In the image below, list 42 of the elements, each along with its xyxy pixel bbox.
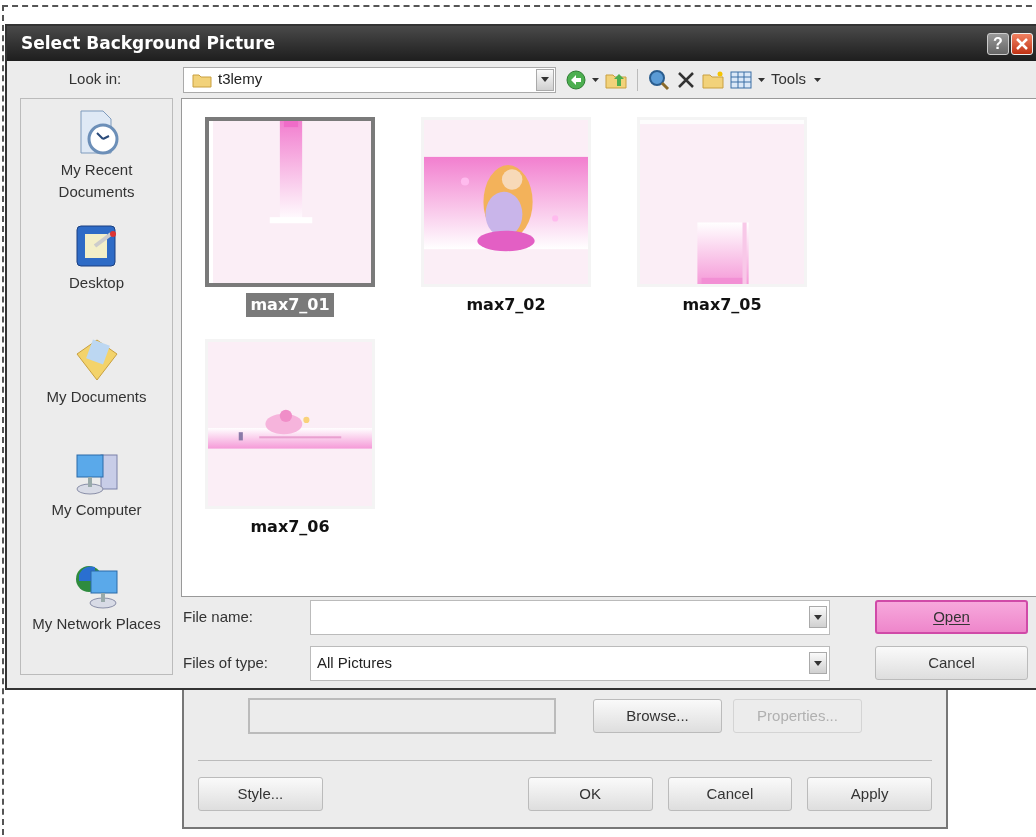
- back-icon[interactable]: [566, 69, 586, 90]
- file-name[interactable]: max7_05: [678, 293, 766, 317]
- file-name[interactable]: max7_06: [246, 515, 334, 539]
- look-in-dropdown[interactable]: t3lemy: [183, 66, 556, 93]
- search-icon[interactable]: [648, 68, 670, 91]
- dialog-button[interactable]: Apply: [807, 777, 932, 811]
- views-icon[interactable]: [730, 70, 752, 89]
- dialog-button[interactable]: OK: [527, 777, 653, 811]
- file-name[interactable]: max7_01: [246, 293, 334, 317]
- caret-icon: [541, 77, 549, 82]
- caret-icon: [814, 614, 822, 620]
- place-item[interactable]: Desktop: [26, 220, 167, 334]
- file-name-label: File name:: [182, 606, 255, 627]
- close-button[interactable]: [1011, 32, 1033, 55]
- caret-icon: [814, 77, 822, 82]
- dropdown-button[interactable]: [809, 606, 827, 628]
- folder-name: t3lemy: [218, 69, 263, 90]
- place-item[interactable]: My Recent Documents: [26, 107, 167, 221]
- place-item[interactable]: My Documents: [26, 333, 167, 448]
- window-title: Select Background Picture: [21, 31, 276, 55]
- look-in-label: Look in:: [67, 69, 123, 90]
- caret-icon[interactable]: [758, 77, 765, 82]
- cancel-button[interactable]: Cancel: [875, 646, 1028, 680]
- dropdown-button[interactable]: [809, 652, 827, 674]
- file-type-label: Files of type:: [182, 652, 270, 673]
- dialog-button[interactable]: Browse...: [593, 699, 722, 733]
- caret-icon[interactable]: [592, 77, 599, 82]
- open-button[interactable]: Open: [875, 600, 1028, 634]
- place-item[interactable]: My Computer: [26, 447, 167, 561]
- file-type-dropdown[interactable]: All Pictures: [310, 645, 830, 681]
- dialog-button[interactable]: Cancel: [667, 777, 793, 811]
- folder-icon: [192, 71, 212, 88]
- tools-menu[interactable]: Tools: [771, 68, 822, 91]
- caret-icon: [814, 660, 822, 666]
- dropdown-button[interactable]: [536, 68, 554, 91]
- dialog-button[interactable]: Style...: [198, 777, 323, 811]
- close-icon: [1016, 37, 1028, 50]
- file-name-field[interactable]: [310, 599, 830, 635]
- file-name[interactable]: max7_02: [462, 293, 550, 317]
- place-item[interactable]: My Network Places: [26, 560, 167, 675]
- input-field[interactable]: [248, 698, 556, 734]
- delete-icon[interactable]: [676, 69, 696, 90]
